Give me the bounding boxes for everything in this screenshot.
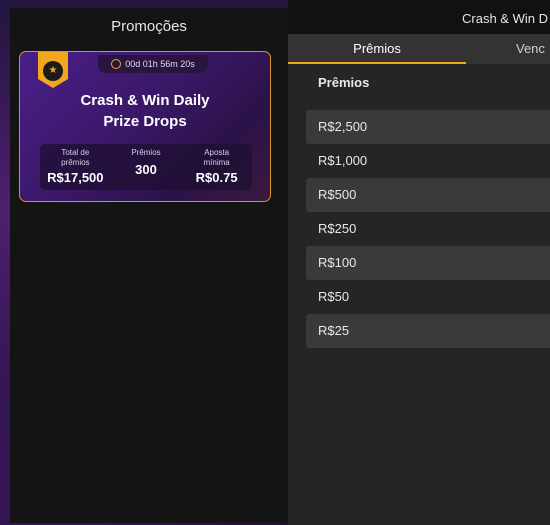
stat-label: Aposta mínima — [203, 148, 230, 167]
prize-row: R$50 — [318, 289, 350, 304]
countdown-text: 00d 01h 56m 20s — [125, 59, 195, 69]
stat-value: 300 — [135, 162, 157, 177]
stopwatch-icon — [111, 59, 122, 69]
drops-badge-icon: ★ — [38, 52, 68, 88]
stat-min-bet: Aposta mínima R$0.75 — [182, 144, 252, 185]
prize-list: R$2,500 R$1,000 R$500 R$250 R$100 R$50 R… — [306, 110, 550, 348]
stat-value: R$17,500 — [47, 170, 104, 185]
prize-row: R$500 — [306, 178, 550, 212]
stat-prize-count: Prêmios 300 — [111, 144, 181, 177]
promotions-panel: Promoções ★ 00d 01h 56m 20s Crash & Win … — [10, 8, 288, 523]
promo-title-line1: Crash & Win Daily — [80, 92, 210, 109]
details-title: Crash & Win D — [462, 11, 548, 26]
stat-label: Prêmios — [131, 148, 161, 157]
tab-prizes[interactable]: Prêmios — [288, 34, 466, 64]
prize-row: R$1,000 — [318, 153, 368, 168]
stat-total-prizes: Total de prêmios R$17,500 — [40, 144, 110, 185]
countdown-timer: 00d 01h 56m 20s — [98, 55, 208, 73]
prizes-section-title: Prêmios — [318, 75, 370, 90]
tab-winners[interactable]: Venc — [516, 34, 550, 64]
details-header: Crash & Win D — [288, 0, 550, 34]
stat-value: R$0.75 — [195, 170, 238, 185]
prize-details-panel: Crash & Win D Prêmios Venc Prêmios R$2,5… — [288, 0, 550, 525]
promo-stats: Total de prêmios R$17,500 Prêmios 300 Ap… — [40, 144, 252, 190]
promo-card[interactable]: ★ 00d 01h 56m 20s Crash & Win Daily Priz… — [19, 51, 271, 202]
promotions-title: Promoções — [111, 18, 187, 35]
prize-row: R$250 — [318, 221, 357, 236]
prize-row: R$2,500 — [306, 110, 550, 144]
prize-row: R$25 — [306, 314, 550, 348]
prize-row: R$100 — [306, 246, 550, 280]
stat-label: Total de prêmios — [61, 148, 90, 167]
details-tabs: Prêmios Venc — [288, 34, 550, 64]
badge-star-icon: ★ — [43, 61, 63, 81]
promo-title: Crash & Win Daily Prize Drops — [20, 90, 270, 132]
promo-title-line2: Prize Drops — [103, 113, 187, 130]
